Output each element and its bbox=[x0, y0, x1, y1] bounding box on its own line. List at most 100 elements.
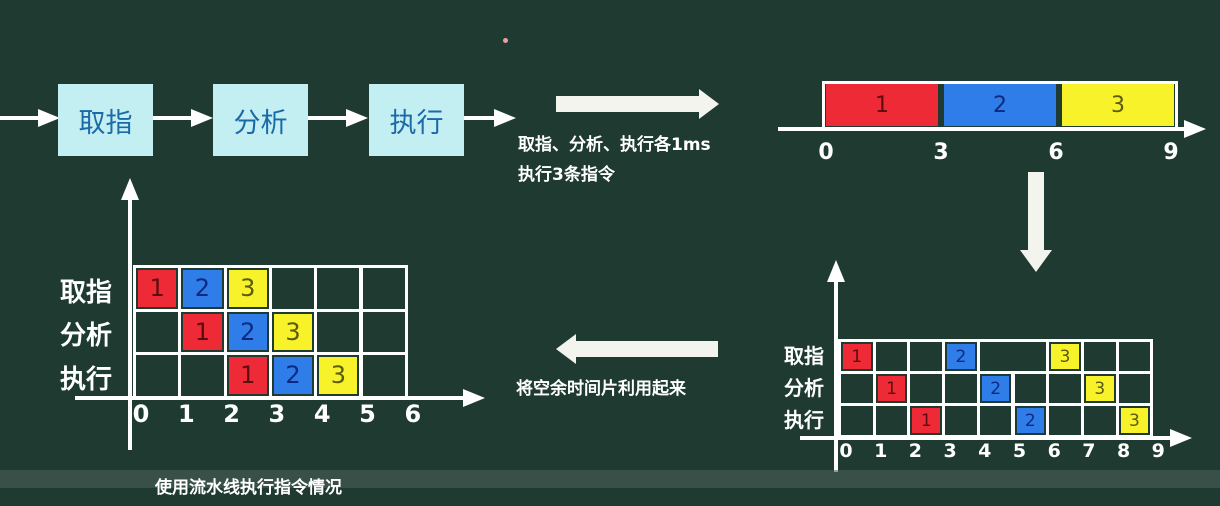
row-label: 执行 bbox=[784, 408, 824, 432]
grid-cell bbox=[838, 403, 876, 438]
big-left-arrow bbox=[556, 334, 576, 364]
grid-cell: 2 bbox=[178, 265, 227, 312]
tick-label: 1 bbox=[177, 400, 195, 428]
grid-cell bbox=[838, 371, 876, 406]
grid-cell bbox=[1080, 339, 1119, 374]
grid-cell bbox=[268, 265, 318, 312]
row-label: 分析 bbox=[784, 376, 824, 400]
row-label: 分析 bbox=[60, 321, 113, 352]
tick-label: 5 bbox=[1012, 440, 1027, 462]
tick-label: 1 bbox=[874, 440, 888, 462]
grid-cell bbox=[133, 308, 182, 355]
tick-label: 6 bbox=[1048, 140, 1064, 165]
grid-cell: 1 bbox=[872, 371, 911, 406]
grid-cell bbox=[942, 371, 980, 406]
tick-label: 0 bbox=[839, 440, 853, 462]
big-down-arrow bbox=[1028, 172, 1044, 252]
instruction-3: 3 bbox=[319, 357, 358, 394]
dot bbox=[503, 38, 508, 43]
tick-label: 9 bbox=[1163, 140, 1179, 165]
grid-cell bbox=[359, 308, 408, 355]
grid-cell: 1 bbox=[838, 339, 876, 374]
bar-segment: 1 bbox=[826, 84, 938, 126]
tick-label: 2 bbox=[223, 400, 240, 428]
instruction-1: 1 bbox=[843, 344, 871, 369]
instruction-1: 1 bbox=[877, 376, 906, 401]
grid-cell bbox=[872, 403, 911, 438]
grid-cell bbox=[178, 352, 227, 399]
grid-cell bbox=[907, 371, 946, 406]
grid-cell bbox=[1046, 403, 1084, 438]
grid-cell bbox=[359, 265, 408, 312]
instruction-2: 2 bbox=[1016, 408, 1045, 433]
grid-cell bbox=[976, 339, 1050, 374]
tick-label: 2 bbox=[908, 440, 923, 462]
grid-cell: 3 bbox=[1080, 371, 1119, 406]
grid-cell bbox=[314, 265, 363, 312]
time-axis bbox=[778, 127, 1186, 131]
instruction-3: 3 bbox=[273, 313, 313, 350]
tick-label: 6 bbox=[1047, 440, 1061, 462]
stage-execute-box: 执行 bbox=[369, 84, 464, 156]
x-axis bbox=[75, 396, 465, 400]
grid-cell bbox=[133, 352, 182, 399]
note-line2: 执行3条指令 bbox=[518, 165, 615, 185]
instruction-2: 2 bbox=[981, 376, 1010, 401]
note-line1: 取指、分析、执行各1ms bbox=[518, 135, 711, 155]
grid-cell: 3 bbox=[314, 352, 363, 399]
grid-cell bbox=[1080, 403, 1119, 438]
instruction-3: 3 bbox=[1120, 408, 1149, 433]
instruction-2: 2 bbox=[947, 344, 975, 369]
tick-label: 3 bbox=[933, 140, 949, 165]
tick-label: 6 bbox=[404, 400, 422, 428]
instruction-2: 2 bbox=[273, 357, 313, 394]
instruction-3: 3 bbox=[1051, 344, 1079, 369]
grid-cell: 1 bbox=[223, 352, 272, 399]
grid-cell: 2 bbox=[976, 371, 1015, 406]
flow-arrow bbox=[0, 116, 40, 120]
grid-cell bbox=[1011, 371, 1050, 406]
instruction-2: 2 bbox=[183, 270, 222, 307]
row-label: 执行 bbox=[60, 364, 113, 395]
caption: 使用流水线执行指令情况 bbox=[155, 478, 342, 498]
grid-cell: 3 bbox=[1046, 339, 1084, 374]
instruction-3: 3 bbox=[1085, 376, 1114, 401]
bar-segment: 2 bbox=[944, 84, 1056, 126]
instruction-1: 1 bbox=[183, 313, 222, 350]
stage-decode-box: 分析 bbox=[213, 84, 308, 156]
tick-label: 0 bbox=[132, 400, 150, 428]
flow-arrow bbox=[464, 116, 496, 120]
grid-cell: 2 bbox=[268, 352, 318, 399]
tick-label: 8 bbox=[1116, 440, 1131, 462]
grid-cell bbox=[942, 403, 980, 438]
grid-cell: 1 bbox=[907, 403, 946, 438]
row-label: 取指 bbox=[60, 277, 113, 308]
instruction-2: 2 bbox=[228, 313, 267, 350]
grid-cell: 3 bbox=[268, 308, 318, 355]
instruction-3: 3 bbox=[228, 270, 267, 307]
grid-cell bbox=[976, 403, 1015, 438]
grid-cell bbox=[1046, 371, 1084, 406]
tick-label: 4 bbox=[313, 400, 331, 428]
stage-fetch-box: 取指 bbox=[58, 84, 153, 156]
grid-cell: 3 bbox=[1115, 403, 1154, 438]
big-right-arrow bbox=[556, 96, 701, 112]
grid-cell bbox=[1115, 339, 1154, 374]
grid-cell: 3 bbox=[223, 265, 272, 312]
grid-cell bbox=[314, 308, 363, 355]
grid-cell: 2 bbox=[942, 339, 980, 374]
bar-segment: 3 bbox=[1062, 84, 1174, 126]
grid-cell bbox=[872, 339, 911, 374]
grid-cell bbox=[359, 352, 408, 399]
tick-label: 7 bbox=[1082, 440, 1096, 462]
tick-label: 4 bbox=[978, 440, 992, 462]
tick-label: 5 bbox=[359, 400, 376, 428]
tick-label: 3 bbox=[268, 400, 286, 428]
tick-label: 3 bbox=[943, 440, 957, 462]
x-axis bbox=[800, 436, 1172, 440]
flow-arrow bbox=[153, 116, 193, 120]
instruction-1: 1 bbox=[228, 357, 267, 394]
grid-cell bbox=[1115, 371, 1154, 406]
tick-label: 0 bbox=[818, 140, 834, 165]
y-axis bbox=[128, 200, 132, 450]
